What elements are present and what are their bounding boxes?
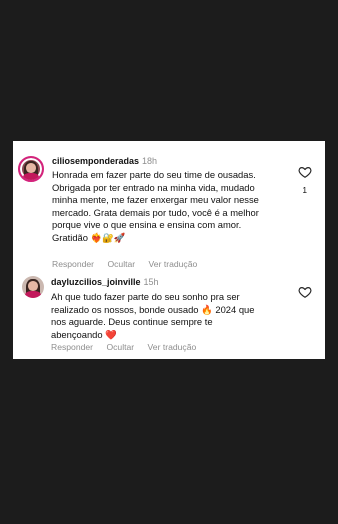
like-count: 1 — [302, 185, 307, 195]
comment-meta: ciliosemponderadas 18h — [52, 156, 157, 166]
translate-button[interactable]: Ver tradução — [148, 342, 197, 352]
avatar-face — [28, 280, 38, 291]
hide-button[interactable]: Ocultar — [106, 342, 134, 352]
comment-time: 15h — [143, 277, 159, 287]
comment-text: Ah que tudo fazer parte do seu sonho pra… — [51, 291, 255, 340]
avatar[interactable] — [18, 156, 44, 182]
translate-button[interactable]: Ver tradução — [149, 259, 198, 269]
reply-button[interactable]: Responder — [51, 342, 93, 352]
avatar-face — [26, 162, 36, 173]
heart-outline-icon[interactable] — [298, 285, 312, 299]
comment-time: 18h — [142, 156, 158, 166]
comment-meta: dayluzcilios_joinville 15h — [51, 277, 159, 287]
comment-actions: Responder Ocultar Ver tradução — [52, 259, 208, 269]
username-link[interactable]: dayluzcilios_joinville — [51, 277, 141, 287]
comment-actions: Responder Ocultar Ver tradução — [51, 342, 207, 352]
reply-button[interactable]: Responder — [52, 259, 94, 269]
heart-outline-icon[interactable] — [298, 165, 312, 179]
hide-button[interactable]: Ocultar — [107, 259, 135, 269]
avatar[interactable] — [22, 276, 44, 298]
comments-panel: ciliosemponderadas 18h Honrada em fazer p… — [13, 141, 325, 359]
comment-text: Honrada em fazer parte do seu time de ou… — [52, 169, 259, 243]
username-link[interactable]: ciliosemponderadas — [52, 156, 139, 166]
avatar-body — [25, 290, 41, 298]
avatar-body — [23, 172, 39, 180]
